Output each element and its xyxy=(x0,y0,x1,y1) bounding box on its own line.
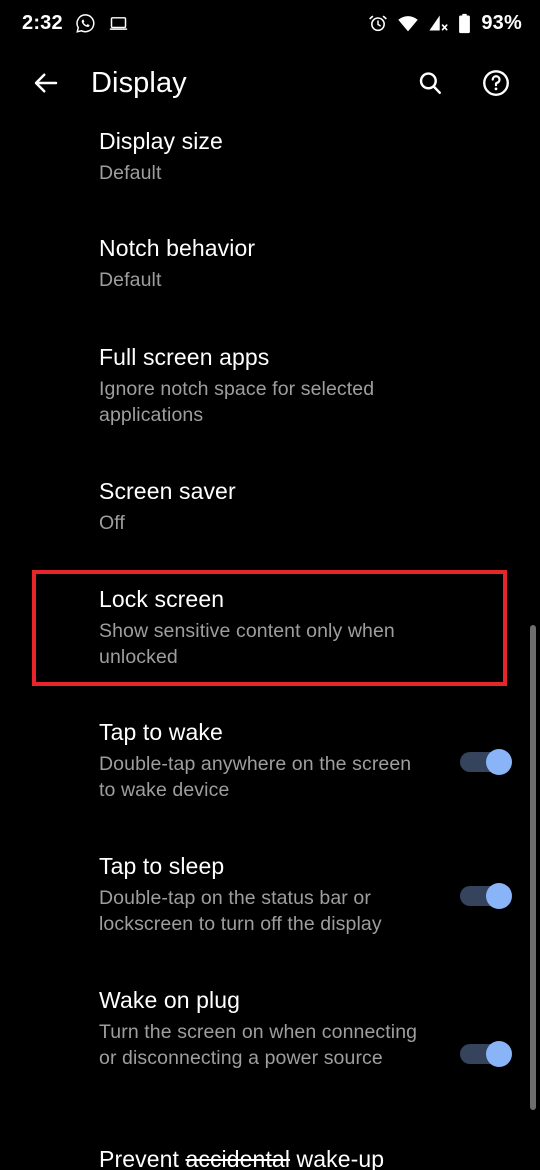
phone-screen: 2:32 93% Display Display size Default No… xyxy=(0,0,540,1170)
list-item-text: Tap to wake Double-tap anywhere on the s… xyxy=(99,717,468,803)
list-item-screen-saver[interactable]: Screen saver Off xyxy=(0,476,540,536)
app-bar: Display xyxy=(0,46,540,120)
battery-percent-label: 93% xyxy=(481,12,522,34)
list-item-title: Prevent accidental wake-up xyxy=(99,1144,468,1170)
list-item-text: Lock screen Show sensitive content only … xyxy=(99,584,468,670)
toggle-wake-on-plug[interactable] xyxy=(460,1037,516,1071)
list-item-title: Wake on plug xyxy=(99,987,240,1013)
switch-thumb xyxy=(486,749,512,775)
title-prefix: Prevent xyxy=(99,1146,186,1170)
status-bar: 2:32 93% xyxy=(0,0,540,46)
back-arrow-icon xyxy=(31,68,61,98)
alarm-icon xyxy=(368,13,388,33)
list-item-summary: Double-tap on the status bar or lockscre… xyxy=(99,887,382,935)
list-item-text: Full screen apps Ignore notch space for … xyxy=(99,342,468,428)
list-item-summary: Default xyxy=(99,269,162,291)
list-item-summary: Ignore notch space for selected applicat… xyxy=(99,378,375,426)
settings-list[interactable]: Display size Default Notch behavior Defa… xyxy=(0,120,540,1170)
search-icon xyxy=(416,69,444,97)
help-circle-icon xyxy=(481,68,511,98)
back-button[interactable] xyxy=(22,59,70,107)
list-item-title: Lock screen xyxy=(99,586,225,612)
list-item-text: Display size Default xyxy=(99,126,468,186)
list-item-summary: Off xyxy=(99,512,125,534)
whatsapp-icon xyxy=(75,13,96,34)
laptop-icon xyxy=(108,13,129,34)
toggle-tap-to-sleep[interactable] xyxy=(460,879,516,913)
page-title: Display xyxy=(91,66,187,99)
switch-track-and-thumb xyxy=(460,749,512,775)
title-struck-word: accidental xyxy=(185,1146,291,1170)
list-item-tap-to-wake[interactable]: Tap to wake Double-tap anywhere on the s… xyxy=(0,717,540,803)
list-item-summary: Default xyxy=(99,162,162,184)
list-item-title: Tap to sleep xyxy=(99,853,225,879)
status-bar-clock: 2:32 xyxy=(22,12,63,34)
list-item-text: Prevent accidental wake-up xyxy=(99,1144,468,1170)
list-item-lock-screen[interactable]: Lock screen Show sensitive content only … xyxy=(0,584,540,670)
wifi-icon xyxy=(397,13,419,33)
list-item-text: Tap to sleep Double-tap on the status ba… xyxy=(99,851,468,937)
list-item-summary: Double-tap anywhere on the screen to wak… xyxy=(99,753,412,801)
list-item-title: Tap to wake xyxy=(99,719,223,745)
switch-thumb xyxy=(486,883,512,909)
list-item-tap-to-sleep[interactable]: Tap to sleep Double-tap on the status ba… xyxy=(0,851,540,937)
title-suffix: wake-up xyxy=(290,1146,385,1170)
status-bar-left: 2:32 xyxy=(22,13,129,34)
list-item-prevent-accidental-wake-up[interactable]: Prevent accidental wake-up xyxy=(0,1144,540,1170)
list-item-title: Full screen apps xyxy=(99,344,270,370)
scrollbar-thumb[interactable] xyxy=(530,625,536,1110)
help-button[interactable] xyxy=(472,59,520,107)
switch-thumb xyxy=(486,1041,512,1067)
list-item-summary: Turn the screen on when connecting or di… xyxy=(99,1021,418,1069)
list-item-title: Screen saver xyxy=(99,478,236,504)
list-item-notch-behavior[interactable]: Notch behavior Default xyxy=(0,233,540,293)
list-item-display-size[interactable]: Display size Default xyxy=(0,126,540,186)
list-item-summary: Show sensitive content only when unlocke… xyxy=(99,620,395,668)
status-bar-right: 93% xyxy=(368,13,522,34)
toggle-tap-to-wake[interactable] xyxy=(460,745,516,779)
switch-track-and-thumb xyxy=(460,883,512,909)
switch-track-and-thumb xyxy=(460,1041,512,1067)
list-item-text: Wake on plug Turn the screen on when con… xyxy=(99,985,468,1071)
list-item-full-screen-apps[interactable]: Full screen apps Ignore notch space for … xyxy=(0,342,540,428)
list-item-text: Screen saver Off xyxy=(99,476,468,536)
search-button[interactable] xyxy=(406,59,454,107)
battery-icon xyxy=(458,13,471,34)
list-item-title: Notch behavior xyxy=(99,235,256,261)
cellular-signal-off-icon xyxy=(428,13,449,33)
list-item-wake-on-plug[interactable]: Wake on plug Turn the screen on when con… xyxy=(0,985,540,1071)
list-item-title: Display size xyxy=(99,128,223,154)
list-item-text: Notch behavior Default xyxy=(99,233,468,293)
